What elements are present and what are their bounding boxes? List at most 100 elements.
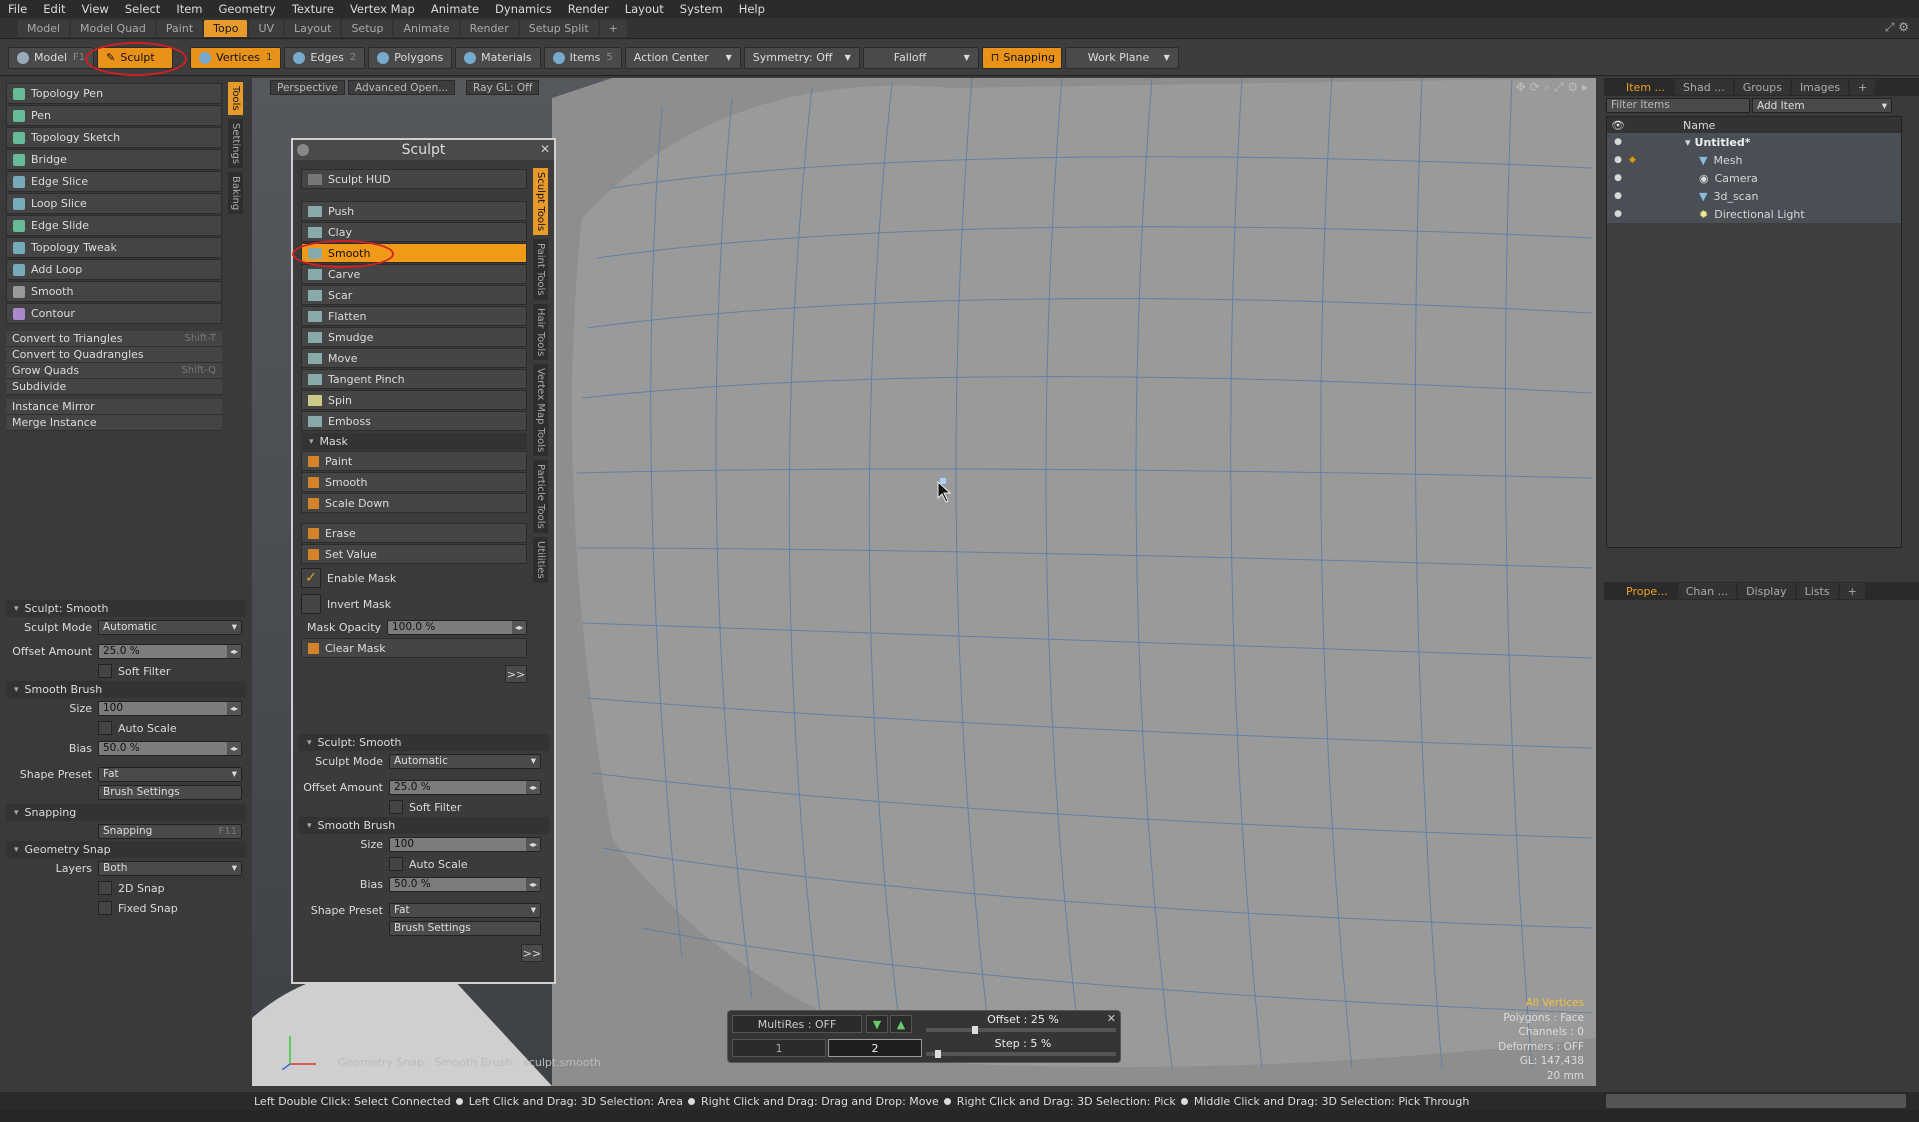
advanced-opengl-button[interactable]: Advanced Open... (348, 80, 456, 95)
section-sculpt-smooth[interactable]: Sculpt: Smooth (299, 734, 549, 751)
spinner-icon[interactable]: ◂▸ (227, 701, 241, 715)
tab-properties[interactable]: Prope... (1618, 583, 1676, 599)
tool-smooth[interactable]: Smooth (6, 281, 222, 302)
sculpt-mode-select[interactable]: Automatic ▾ (389, 753, 541, 769)
tool-pen[interactable]: Pen (6, 105, 222, 126)
command-input[interactable] (1606, 1094, 1906, 1108)
mask-paint[interactable]: Paint (301, 451, 527, 471)
spinner-icon[interactable]: ◂▸ (512, 620, 526, 634)
tab-topo[interactable]: Topo (204, 19, 248, 37)
hud-offset-slider[interactable] (926, 1026, 1116, 1034)
work-plane-dropdown[interactable]: Work Plane ▼ (1064, 46, 1179, 69)
mask-opacity-field[interactable]: 100.0 % ◂▸ (387, 619, 527, 635)
tab-particle-tools[interactable]: Particle Tools (533, 460, 548, 533)
auto-scale-checkbox[interactable] (389, 857, 403, 871)
viewport-nav-icons[interactable]: ✥ ⟳ ⌕ ⤢ ⚙ ▸ (1516, 80, 1588, 95)
slider-handle[interactable] (972, 1026, 978, 1034)
tool-topology-sketch[interactable]: Topology Sketch (6, 127, 222, 148)
sculpt-move[interactable]: Move (301, 348, 527, 368)
enable-mask-checkbox[interactable]: ✓ (301, 568, 321, 588)
popup-title-bar[interactable]: Sculpt ✕ (293, 140, 554, 160)
multires-toggle[interactable]: MultiRes : OFF (732, 1015, 862, 1033)
tab-uv[interactable]: UV (249, 19, 284, 37)
tab-setup[interactable]: Setup (342, 19, 393, 37)
menu-edit[interactable]: Edit (35, 2, 73, 16)
tab-model-quad[interactable]: Model Quad (71, 19, 155, 37)
tool-bridge[interactable]: Bridge (6, 149, 222, 170)
tab-sculpt-tools[interactable]: Sculpt Tools (533, 168, 548, 236)
sculpt-smudge[interactable]: Smudge (301, 327, 527, 347)
visibility-eye-icon[interactable]: ● (1607, 137, 1629, 147)
brush-settings-button[interactable]: Brush Settings (98, 784, 242, 800)
edges-button[interactable]: Edges 2 (284, 46, 366, 69)
layers-select[interactable]: Both ▾ (98, 860, 242, 876)
visibility-eye-icon[interactable]: ● (1607, 191, 1629, 201)
menu-geometry[interactable]: Geometry (211, 2, 284, 16)
offset-amount-field[interactable]: 25.0 % ◂▸ (389, 779, 541, 795)
spinner-icon[interactable]: ◂▸ (227, 644, 241, 658)
sculpt-push[interactable]: Push (301, 201, 527, 221)
symmetry-dropdown[interactable]: Symmetry: Off ▼ (743, 46, 860, 69)
bias-field[interactable]: 50.0 % ◂▸ (98, 740, 242, 756)
menu-texture[interactable]: Texture (284, 2, 342, 16)
level-2-button[interactable]: 2 (828, 1039, 922, 1057)
offset-amount-field[interactable]: 25.0 % ◂▸ (98, 643, 242, 659)
add-tab-button[interactable]: + (1850, 79, 1876, 95)
mask-erase[interactable]: Erase (301, 523, 527, 543)
soft-filter-checkbox[interactable] (389, 800, 403, 814)
level-down-icon[interactable]: ▼ (866, 1015, 888, 1033)
tab-item-list[interactable]: Item ... (1618, 79, 1674, 95)
menu-file[interactable]: File (0, 2, 35, 16)
sculpt-smooth[interactable]: Smooth (292, 240, 527, 268)
spinner-icon[interactable]: ◂▸ (526, 780, 540, 794)
visibility-eye-icon[interactable]: ● (1607, 173, 1629, 183)
tab-hair-tools[interactable]: Hair Tools (533, 303, 548, 360)
level-1-button[interactable]: 1 (732, 1039, 826, 1057)
section-geometry-snap[interactable]: Geometry Snap (6, 841, 246, 858)
clear-mask-button[interactable]: Clear Mask (301, 638, 527, 658)
spinner-icon[interactable]: ◂▸ (526, 877, 540, 891)
tool-edge-slice[interactable]: Edge Slice (6, 171, 222, 192)
popup-pin-icon[interactable] (297, 144, 309, 156)
sculpt-flatten[interactable]: Flatten (301, 306, 527, 326)
model-mode-button[interactable]: Model F1 (8, 46, 95, 69)
cmd-subdivide[interactable]: Subdivide (6, 379, 222, 395)
cmd-grow-quads[interactable]: Grow Quads Shift-Q (6, 363, 222, 379)
soft-filter-checkbox[interactable] (98, 664, 112, 678)
menu-render[interactable]: Render (560, 2, 617, 16)
polygons-button[interactable]: Polygons (368, 46, 453, 69)
cmd-merge-instance[interactable]: Merge Instance (6, 415, 222, 431)
size-field[interactable]: 100 ◂▸ (389, 836, 541, 852)
tool-edge-slide[interactable]: Edge Slide (6, 215, 222, 236)
sculpt-tangent-pinch[interactable]: Tangent Pinch (301, 369, 527, 389)
tree-row-directional-light[interactable]: ● ✹ Directional Light (1607, 205, 1901, 223)
sculpt-hud-button[interactable]: Sculpt HUD (301, 169, 527, 189)
sculpt-scar[interactable]: Scar (301, 285, 527, 305)
close-icon[interactable]: ✕ (540, 142, 550, 156)
tool-add-loop[interactable]: Add Loop (6, 259, 222, 280)
bias-field[interactable]: 50.0 % ◂▸ (389, 876, 541, 892)
spinner-icon[interactable]: ◂▸ (227, 741, 241, 755)
cmd-convert-quadrangles[interactable]: Convert to Quadrangles (6, 347, 222, 363)
perspective-button[interactable]: Perspective (270, 80, 345, 95)
section-smooth-brush[interactable]: Smooth Brush (299, 817, 549, 834)
mask-smooth[interactable]: Smooth (301, 472, 527, 492)
tab-display[interactable]: Display (1738, 583, 1795, 599)
section-mask[interactable]: Mask (301, 433, 527, 450)
close-icon[interactable]: ✕ (1107, 1012, 1116, 1025)
tool-contour[interactable]: Contour (6, 303, 222, 324)
tree-row-3d-scan[interactable]: ● ▼ 3d_scan (1607, 187, 1901, 205)
sculpt-emboss[interactable]: Emboss (301, 411, 527, 431)
materials-button[interactable]: Materials (455, 46, 541, 69)
menu-layout[interactable]: Layout (617, 2, 672, 16)
tab-lists[interactable]: Lists (1796, 583, 1838, 599)
tab-groups[interactable]: Groups (1734, 79, 1790, 95)
visibility-eye-icon[interactable]: ● (1607, 155, 1629, 165)
tab-channels[interactable]: Chan ... (1677, 583, 1737, 599)
ray-gl-button[interactable]: Ray GL: Off (466, 80, 540, 95)
filter-items-input[interactable]: Filter Items (1606, 98, 1750, 113)
tab-paint[interactable]: Paint (156, 19, 203, 37)
action-center-dropdown[interactable]: Action Center ▼ (624, 46, 741, 69)
tab-layout[interactable]: Layout (285, 19, 341, 37)
tab-baking[interactable]: Baking (228, 171, 243, 214)
